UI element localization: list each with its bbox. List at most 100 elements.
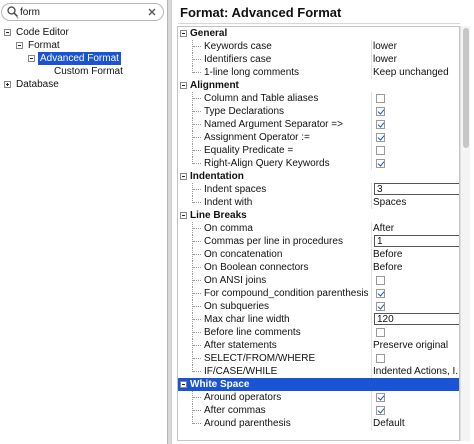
prop-one-line-comments[interactable]: 1-line long comments Keep unchanged xyxy=(178,66,459,79)
select-from-where-checkbox[interactable] xyxy=(376,354,385,363)
prop-label: Column and Table aliases xyxy=(204,93,319,104)
collapse-icon[interactable] xyxy=(4,29,11,36)
prop-label: On concatenation xyxy=(204,249,283,260)
prop-label: On subqueries xyxy=(204,301,270,312)
prop-on-subqueries[interactable]: On subqueries xyxy=(178,300,459,313)
prop-on-concatenation[interactable]: On concatenation Before xyxy=(178,248,459,261)
on-ansi-joins-checkbox[interactable] xyxy=(376,276,385,285)
prop-label: Named Argument Separator => xyxy=(204,119,343,130)
section-label: White Space xyxy=(190,379,250,390)
prop-select-from-where[interactable]: SELECT/FROM/WHERE xyxy=(178,352,459,365)
prop-max-char-width[interactable]: Max char line width xyxy=(178,313,459,326)
collapse-icon[interactable] xyxy=(16,42,23,49)
prop-type-declarations[interactable]: Type Declarations xyxy=(178,105,459,118)
section-line-breaks[interactable]: Line Breaks xyxy=(178,209,459,222)
prop-label: 1-line long comments xyxy=(204,67,300,78)
prop-column-table-aliases[interactable]: Column and Table aliases xyxy=(178,92,459,105)
prop-indent-spaces[interactable]: Indent spaces xyxy=(178,183,459,196)
collapse-icon[interactable] xyxy=(180,82,187,89)
right-align-keywords-checkbox[interactable] xyxy=(376,159,385,168)
prop-on-ansi-joins[interactable]: On ANSI joins xyxy=(178,274,459,287)
section-indentation[interactable]: Indentation xyxy=(178,170,459,183)
prop-label: IF/CASE/WHILE xyxy=(204,366,278,377)
column-table-aliases-checkbox[interactable] xyxy=(376,94,385,103)
tree-item-label: Format xyxy=(28,40,60,51)
indent-with-value[interactable]: Spaces xyxy=(373,196,459,209)
prop-around-parenthesis[interactable]: Around parenthesis Default xyxy=(178,417,459,430)
prop-label: Keywords case xyxy=(204,41,272,52)
preferences-tree-pane: Code Editor Format Advanced Format Custo… xyxy=(0,0,167,444)
prop-assignment-operator[interactable]: Assignment Operator := xyxy=(178,131,459,144)
collapse-icon[interactable] xyxy=(28,55,35,62)
on-boolean-value[interactable]: Before xyxy=(373,261,459,274)
vertical-scrollbar[interactable] xyxy=(460,26,470,441)
collapse-icon[interactable] xyxy=(180,212,187,219)
prop-keywords-case[interactable]: Keywords case lower xyxy=(178,40,459,53)
page-title: Format: Advanced Format xyxy=(180,5,342,20)
prop-commas-per-line[interactable]: Commas per line in procedures xyxy=(178,235,459,248)
collapse-icon[interactable] xyxy=(180,173,187,180)
on-comma-value[interactable]: After xyxy=(373,222,459,235)
prop-identifiers-case[interactable]: Identifiers case lower xyxy=(178,53,459,66)
prop-indent-with[interactable]: Indent with Spaces xyxy=(178,196,459,209)
section-white-space[interactable]: White Space xyxy=(178,378,459,391)
prop-if-case-while[interactable]: IF/CASE/WHILE Indented Actions, I... xyxy=(178,365,459,378)
prop-label: After commas xyxy=(204,405,266,416)
compound-condition-checkbox[interactable] xyxy=(376,289,385,298)
expand-icon[interactable] xyxy=(4,81,11,88)
prop-label: Indent spaces xyxy=(204,184,267,195)
on-concatenation-value[interactable]: Before xyxy=(373,248,459,261)
after-statements-value[interactable]: Preserve original xyxy=(373,339,459,352)
settings-pane: Format: Advanced Format General Keywords… xyxy=(172,0,474,444)
property-grid: General Keywords case lower Identifiers … xyxy=(177,26,460,441)
clear-search-icon[interactable] xyxy=(145,5,159,19)
prop-on-comma[interactable]: On comma After xyxy=(178,222,459,235)
max-char-width-input[interactable] xyxy=(374,313,459,325)
indent-spaces-input[interactable] xyxy=(374,183,459,195)
prop-compound-condition[interactable]: For compound_condition parenthesis xyxy=(178,287,459,300)
tree-item-label: Custom Format xyxy=(54,66,123,77)
prop-after-statements[interactable]: After statements Preserve original xyxy=(178,339,459,352)
prop-around-operators[interactable]: Around operators xyxy=(178,391,459,404)
prop-label: Around parenthesis xyxy=(204,418,291,429)
title-divider xyxy=(178,23,460,24)
around-operators-checkbox[interactable] xyxy=(376,393,385,402)
section-alignment[interactable]: Alignment xyxy=(178,79,459,92)
keywords-case-value[interactable]: lower xyxy=(373,40,459,53)
prop-label: Equality Predicate = xyxy=(204,145,294,156)
prop-label: Assignment Operator := xyxy=(204,132,310,143)
prop-after-commas[interactable]: After commas xyxy=(178,404,459,417)
collapse-icon[interactable] xyxy=(180,381,187,388)
type-declarations-checkbox[interactable] xyxy=(376,107,385,116)
after-commas-checkbox[interactable] xyxy=(376,406,385,415)
prop-label: After statements xyxy=(204,340,277,351)
around-parenthesis-value[interactable]: Default xyxy=(373,417,459,430)
identifiers-case-value[interactable]: lower xyxy=(373,53,459,66)
on-subqueries-checkbox[interactable] xyxy=(376,302,385,311)
prop-label: Commas per line in procedures xyxy=(204,236,343,247)
commas-per-line-input[interactable] xyxy=(374,235,459,247)
section-label: General xyxy=(190,28,228,39)
one-line-comments-value[interactable]: Keep unchanged xyxy=(373,66,459,79)
prop-label: Right-Align Query Keywords xyxy=(204,158,330,169)
equality-predicate-checkbox[interactable] xyxy=(376,146,385,155)
before-line-comments-checkbox[interactable] xyxy=(376,328,385,337)
prop-named-arg-separator[interactable]: Named Argument Separator => xyxy=(178,118,459,131)
search-icon xyxy=(7,6,19,19)
section-label: Line Breaks xyxy=(190,210,247,221)
search-box[interactable] xyxy=(1,3,164,21)
tree-item-label-selected: Advanced Format xyxy=(38,52,121,65)
named-arg-separator-checkbox[interactable] xyxy=(376,120,385,129)
preferences-window: Code Editor Format Advanced Format Custo… xyxy=(0,0,474,444)
prop-on-boolean-connectors[interactable]: On Boolean connectors Before xyxy=(178,261,459,274)
assignment-operator-checkbox[interactable] xyxy=(376,133,385,142)
collapse-icon[interactable] xyxy=(180,30,187,37)
scrollbar-thumb[interactable] xyxy=(463,28,469,148)
prop-before-line-comments[interactable]: Before line comments xyxy=(178,326,459,339)
search-input[interactable] xyxy=(20,5,138,19)
if-case-while-value[interactable]: Indented Actions, I... xyxy=(373,365,459,378)
prop-equality-predicate[interactable]: Equality Predicate = xyxy=(178,144,459,157)
prop-right-align-keywords[interactable]: Right-Align Query Keywords xyxy=(178,157,459,170)
section-general[interactable]: General xyxy=(178,27,459,40)
prop-label: On ANSI joins xyxy=(204,275,267,286)
